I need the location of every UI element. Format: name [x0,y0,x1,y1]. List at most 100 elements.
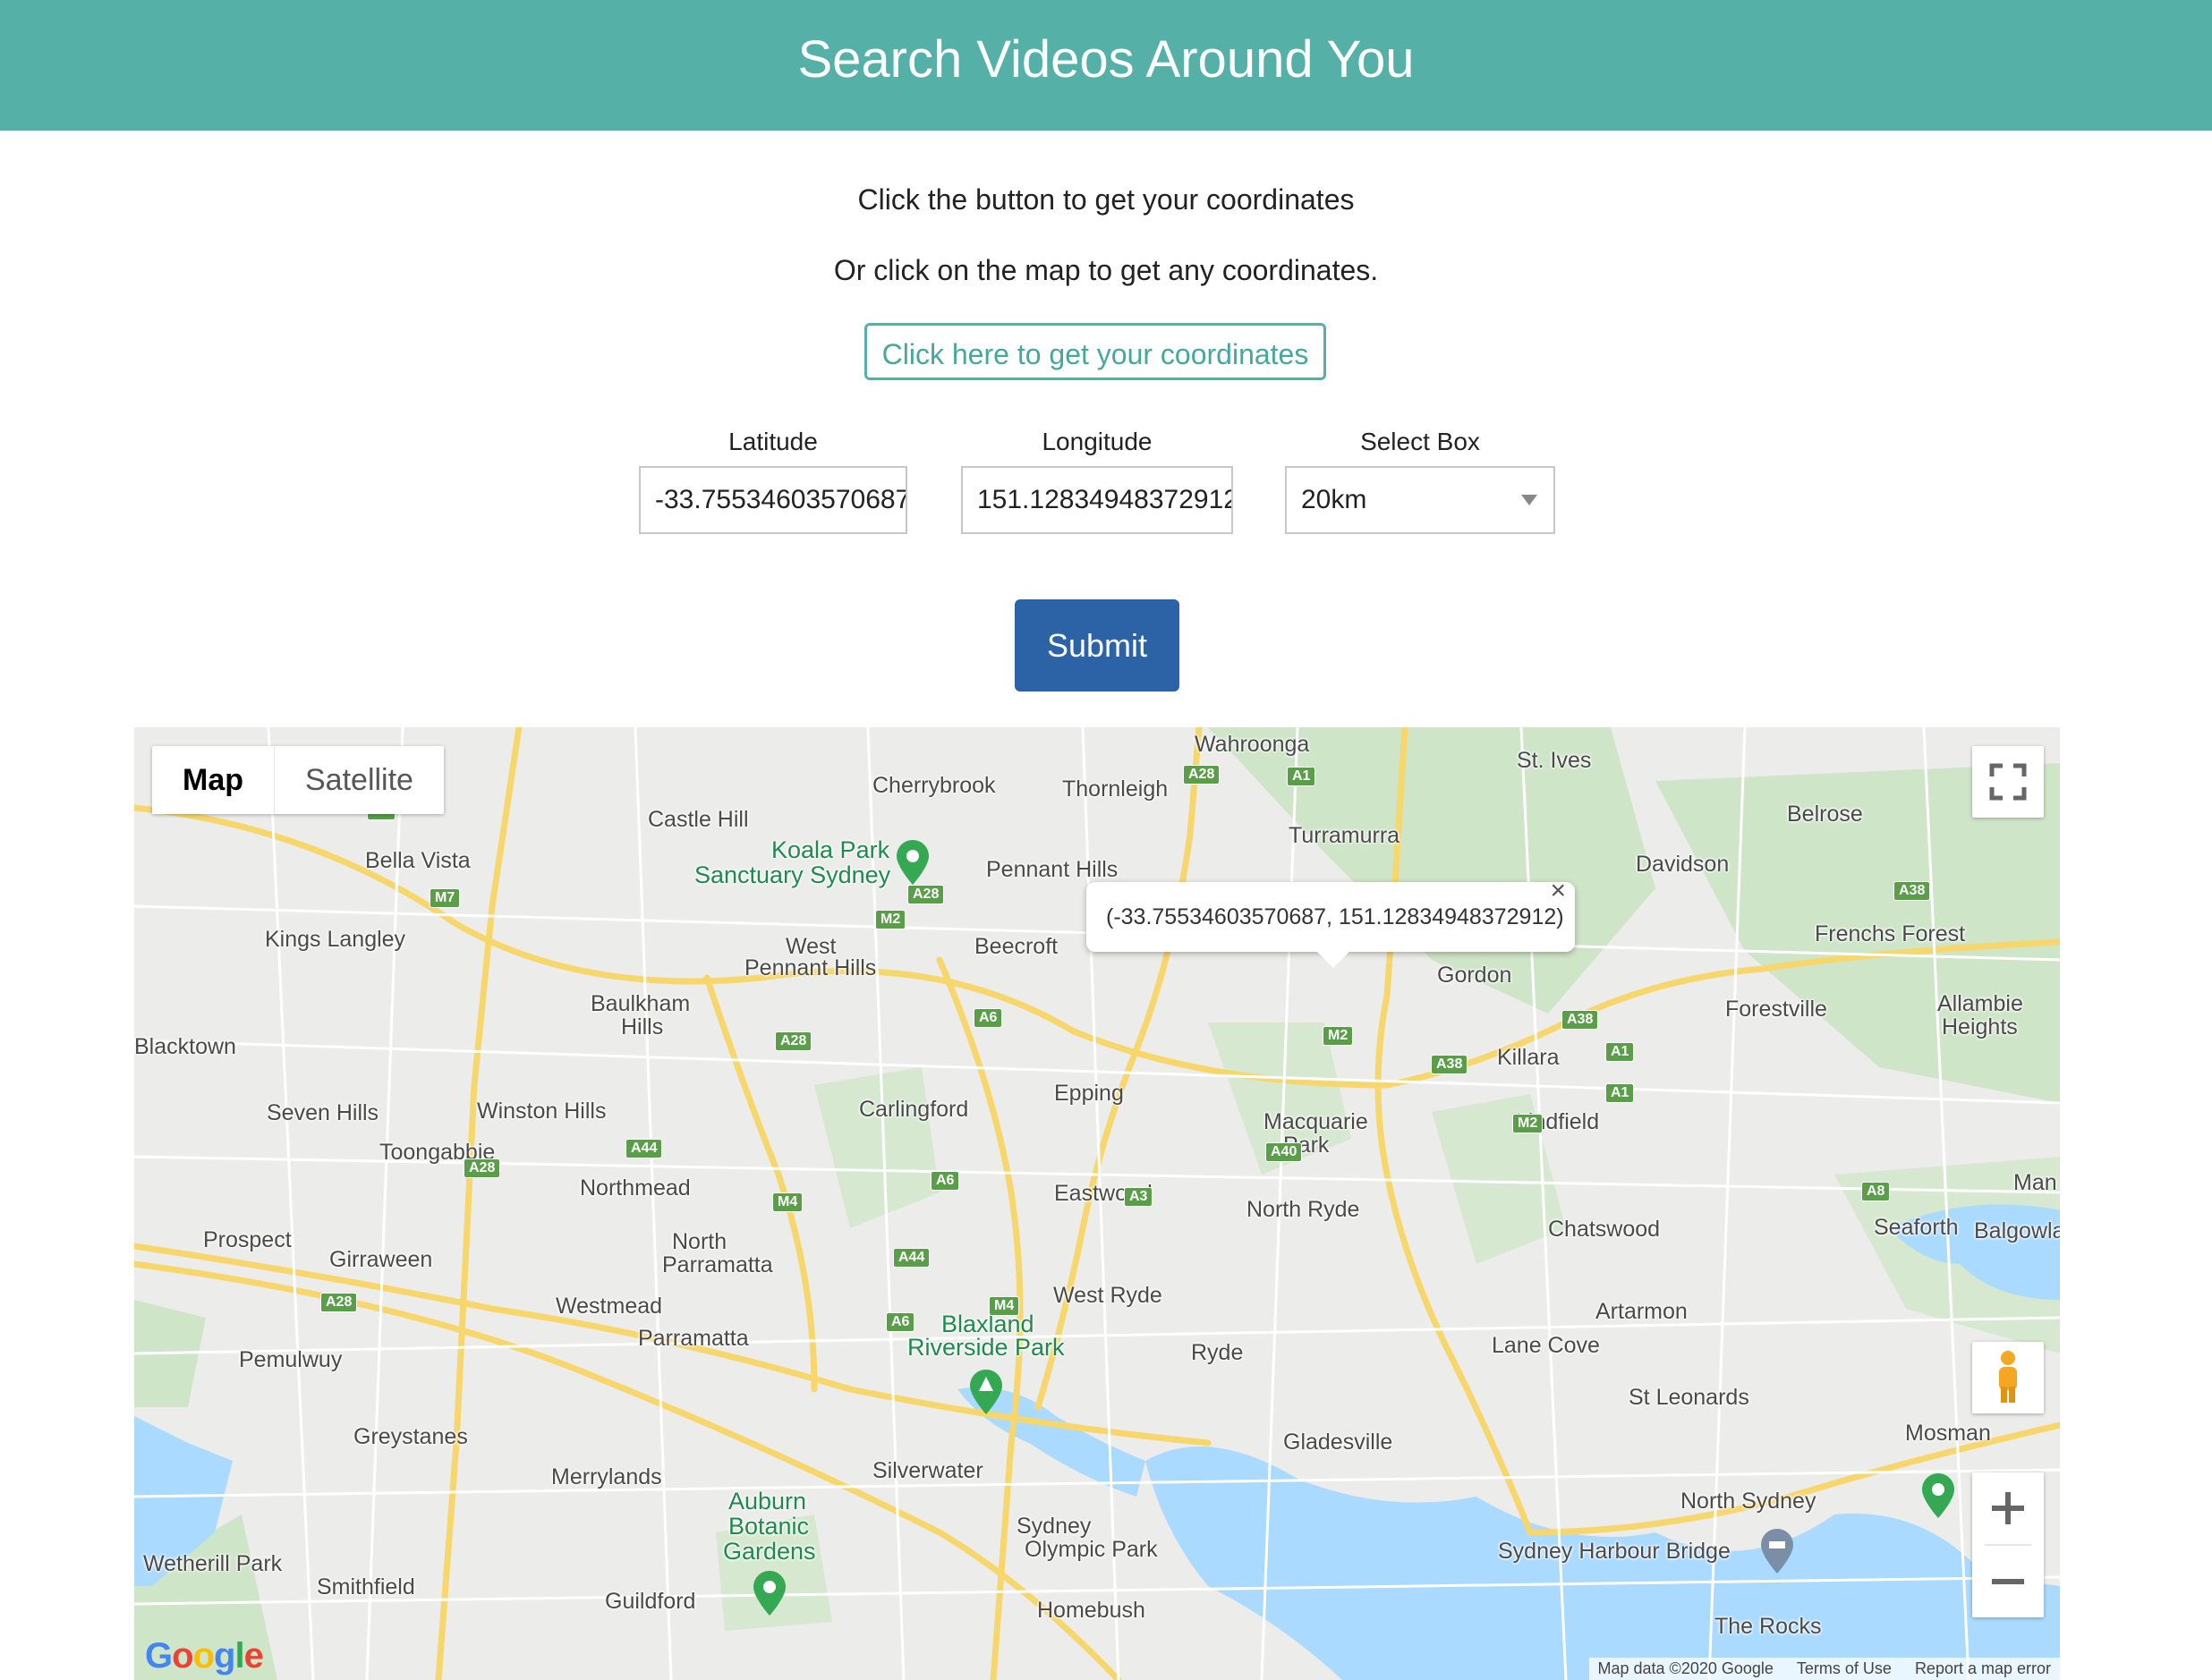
radius-select[interactable]: 20km [1285,466,1555,534]
road-shield-label: M4 [772,1192,804,1212]
map-place-label: Hills [621,1014,664,1039]
map-place-label: Pennant Hills [986,857,1119,882]
map-place-label: Artarmon [1595,1299,1688,1324]
pegman-icon [1999,1351,2017,1403]
map-type-map-button[interactable]: Map [152,746,275,814]
map-place-label: Beecroft [974,934,1059,959]
road-shield-label: A28 [320,1293,358,1312]
map-place-label: Forestville [1725,997,1827,1022]
park-pin-icon[interactable] [970,1370,1002,1414]
map-type-control: Map Satellite [152,746,444,814]
road-shield-label: A1 [1287,767,1316,786]
map-place-label: Bella Vista [365,848,471,873]
map-place-label: West Ryde [1053,1283,1162,1308]
map-place-label: Westmead [556,1294,663,1319]
map-place-label: St Leonards [1629,1385,1749,1410]
map-place-label: Carlingford [859,1097,969,1122]
map-place-label: Sanctuary Sydney [694,861,891,888]
map-place-label: Blacktown [134,1034,236,1059]
road-shield-label: A6 [886,1312,915,1332]
select-box-label: Select Box [1360,428,1480,455]
map-place-label: Man [2013,1170,2057,1195]
map-place-label: Parramatta [662,1252,773,1277]
map-place-label: Killara [1497,1045,1560,1070]
map-place-label: North Sydney [1680,1489,1816,1514]
map-place-label: Olympic Park [1025,1537,1158,1562]
map-place-label: Cherrybrook [872,773,996,798]
map-place-label: The Rocks [1714,1614,1822,1639]
map-place-label: Sydney [1017,1514,1092,1539]
map-place-label: Auburn [728,1488,807,1515]
road-shield-label: A28 [464,1158,501,1178]
map-place-label: Allambie [1937,991,2023,1016]
map-place-label: Castle Hill [648,807,749,832]
longitude-input[interactable]: 151.12834948372912 [961,466,1233,534]
road-shield-label: A28 [907,885,945,904]
map-place-label: Pemulwuy [239,1347,343,1372]
map-place-label: Mosman [1905,1421,1991,1446]
latitude-label: Latitude [728,428,818,455]
road-shield-label: M7 [430,888,461,908]
fullscreen-button[interactable] [1972,746,2044,818]
zoom-out-button[interactable] [1972,1546,2044,1617]
terms-of-use-link[interactable]: Terms of Use [1797,1659,1892,1678]
report-map-error-link[interactable]: Report a map error [1915,1659,2051,1678]
map-place-label: Girraween [329,1247,433,1272]
map-place-label: Turramurra [1289,823,1400,848]
map-view[interactable]: Wahroonga St. Ives Cherrybrook Thornleigh Be… [134,727,2060,1680]
map-place-label: Greystanes [353,1424,468,1449]
park-pin-icon[interactable] [753,1571,786,1616]
map-place-label: Seven Hills [267,1100,379,1125]
road-shield-label: A3 [1124,1187,1153,1207]
park-pin-icon[interactable] [1922,1473,1954,1518]
map-place-label: Homebush [1037,1598,1145,1623]
coordinates-info-window: (-33.75534603570687, 151.12834948372912)… [1086,876,1575,968]
road-shield-label: A8 [1861,1182,1891,1201]
latitude-input[interactable]: -33.75534603570687 [639,466,907,534]
map-place-label: Winston Hills [477,1099,607,1124]
road-shield-label: A38 [1561,1010,1599,1030]
map-place-label: Balgowla [1974,1218,2060,1243]
road-shield-label: A6 [974,1008,1003,1028]
street-view-button[interactable] [1972,1342,2044,1413]
instruction-line-1: Click the button to get your coordinates [857,183,1355,216]
get-coordinates-button[interactable]: Click here to get your coordinates [864,323,1326,380]
map-place-label: Baulkham [591,991,691,1016]
map-place-label: Prospect [203,1227,292,1252]
road-shield-label: M2 [1512,1114,1544,1133]
map-place-label: Riverside Park [907,1334,1065,1361]
map-place-label: Gordon [1437,963,1512,988]
map-place-label: Davidson [1636,852,1730,877]
map-place-label: Chatswood [1548,1217,1661,1242]
map-type-satellite-button[interactable]: Satellite [275,746,444,814]
road-shield-label: M2 [875,910,906,929]
map-place-label: Silverwater [872,1458,983,1483]
map-attribution: Map data ©2020 Google Terms of Use Repor… [1588,1658,2060,1680]
close-icon[interactable]: × [1550,873,1566,909]
road-shield-label: A28 [775,1031,812,1051]
zoom-in-button[interactable] [1972,1472,2044,1544]
minus-icon [1992,1579,2024,1584]
landmark-pin-icon[interactable] [1761,1529,1793,1574]
radius-select-value: 20km [1301,485,1367,514]
map-place-label: Seaforth [1874,1215,1959,1240]
google-logo: Google [145,1636,264,1676]
map-place-label: Wetherill Park [143,1551,283,1576]
road-shield-label: A38 [1431,1055,1468,1074]
map-place-label: Northmead [580,1175,691,1201]
road-shield-label: A44 [893,1248,931,1268]
map-place-label: Blaxland [941,1311,1034,1337]
chevron-down-icon [1521,495,1537,505]
map-place-label: Smithfield [317,1574,415,1599]
map-place-label: Ryde [1191,1340,1244,1365]
fullscreen-icon [1989,763,2027,801]
map-place-label: St. Ives [1517,748,1592,773]
map-place-label: Gladesville [1283,1430,1393,1455]
longitude-label: Longitude [1042,428,1153,455]
page-title: Search Videos Around You [797,30,1415,89]
submit-button[interactable]: Submit [1015,599,1179,692]
map-place-label: Botanic [728,1513,810,1540]
map-place-label: Sydney Harbour Bridge [1498,1539,1731,1564]
park-pin-icon[interactable] [897,840,929,885]
map-place-label: Frenchs Forest [1815,921,1966,946]
